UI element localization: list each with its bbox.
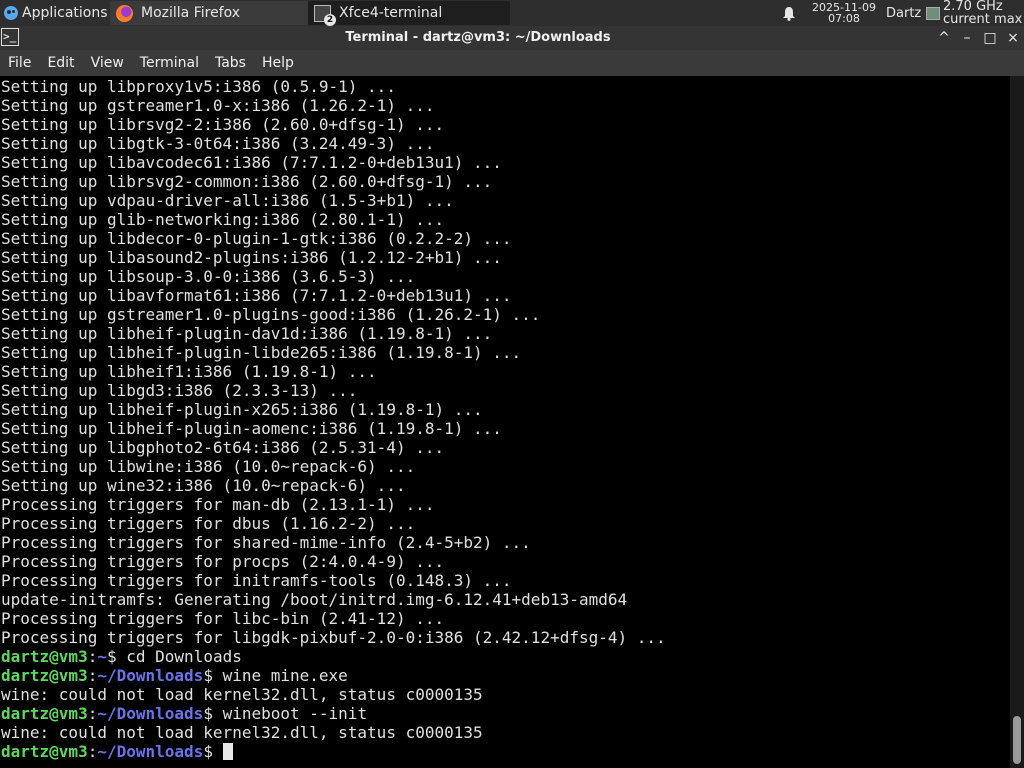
command-text: wineboot --init <box>222 704 368 723</box>
prompt-separator: : <box>87 742 98 761</box>
menu-bar: File Edit View Terminal Tabs Help <box>0 50 1024 76</box>
prompt-line: dartz@vm3:~/Downloads$ wine mine.exe <box>1 666 666 685</box>
prompt-user: dartz@vm3 <box>1 666 88 685</box>
clock-time: 07:08 <box>828 12 860 25</box>
terminal-line: Setting up libheif-plugin-aomenc:i386 (1… <box>1 419 502 438</box>
terminal-line: Setting up librsvg2-2:i386 (2.60.0+dfsg-… <box>1 115 445 134</box>
minimize-button[interactable]: – <box>957 28 977 48</box>
terminal-line: Setting up libavformat61:i386 (7:7.1.2-0… <box>1 286 512 305</box>
cpu-frequency[interactable]: 2.70 GHz current max <box>943 0 1024 26</box>
clock[interactable]: 2025-11-09 07:08 <box>806 0 882 26</box>
menu-file[interactable]: File <box>0 55 39 71</box>
terminal-line: Processing triggers for procps (2:4.0.4-… <box>1 552 445 571</box>
terminal-line: Setting up libheif-plugin-x265:i386 (1.1… <box>1 400 483 419</box>
terminal-line: Setting up libgd3:i386 (2.3.3-13) ... <box>1 381 358 400</box>
terminal-line: Setting up libgtk-3-0t64:i386 (3.24.49-3… <box>1 134 435 153</box>
prompt-separator: : <box>87 647 98 666</box>
terminal-line: Setting up libheif1:i386 (1.19.8-1) ... <box>1 362 377 381</box>
prompt-path: ~/Downloads <box>97 742 204 761</box>
prompt-user: dartz@vm3 <box>1 647 88 666</box>
menu-terminal[interactable]: Terminal <box>132 55 207 71</box>
terminal-line: Processing triggers for libc-bin (2.41-1… <box>1 609 445 628</box>
terminal-line: Setting up gstreamer1.0-x:i386 (1.26.2-1… <box>1 96 435 115</box>
prompt-path: ~/Downloads <box>97 704 204 723</box>
terminal-line: wine: could not load kernel32.dll, statu… <box>1 723 483 742</box>
cpu-monitor-icon <box>926 0 940 26</box>
text-cursor <box>222 743 233 760</box>
prompt-path: ~/Downloads <box>97 666 204 685</box>
command-text: cd Downloads <box>126 647 242 666</box>
menu-edit[interactable]: Edit <box>39 55 82 71</box>
menu-tabs[interactable]: Tabs <box>207 55 254 71</box>
firefox-icon <box>116 4 133 22</box>
terminal-line: Setting up libgphoto2-6t64:i386 (2.5.31-… <box>1 438 445 457</box>
prompt-dollar: $ <box>203 742 223 761</box>
terminal-line: Setting up libheif-plugin-dav1d:i386 (1.… <box>1 324 493 343</box>
window-title: Terminal - dartz@vm3: ~/Downloads <box>345 30 611 45</box>
prompt-line: dartz@vm3:~/Downloads$ wineboot --init <box>1 704 666 723</box>
terminal-line: Processing triggers for libgdk-pixbuf-2.… <box>1 628 666 647</box>
scrollbar-thumb[interactable] <box>1013 716 1021 764</box>
prompt-user: dartz@vm3 <box>1 704 88 723</box>
maximize-button[interactable]: □ <box>980 28 1000 48</box>
terminal-line: Setting up gstreamer1.0-plugins-good:i38… <box>1 305 541 324</box>
shade-button[interactable]: ^ <box>934 28 954 48</box>
terminal-line: Setting up vdpau-driver-all:i386 (1.5-3+… <box>1 191 454 210</box>
notification-bell-icon[interactable] <box>779 0 799 26</box>
terminal-lines: Setting up libproxy1v5:i386 (0.5.9-1) ..… <box>1 77 666 761</box>
user-menu[interactable]: Dartz <box>886 0 924 26</box>
terminal-line: Setting up glib-networking:i386 (2.80.1-… <box>1 210 445 229</box>
prompt-user: dartz@vm3 <box>1 742 88 761</box>
prompt-line: dartz@vm3:~$ cd Downloads <box>1 647 666 666</box>
taskbar-terminal[interactable]: 2 Xfce4-terminal <box>308 1 510 26</box>
command-text: wine mine.exe <box>222 666 348 685</box>
top-panel: Applications Mozilla Firefox 2 Xfce4-ter… <box>0 0 1024 26</box>
terminal-line: Setting up libproxy1v5:i386 (0.5.9-1) ..… <box>1 77 396 96</box>
terminal-line: Setting up librsvg2-common:i386 (2.60.0+… <box>1 172 493 191</box>
taskbar-firefox[interactable]: Mozilla Firefox <box>110 1 308 25</box>
taskbar-terminal-label: Xfce4-terminal <box>339 5 443 21</box>
window-titlebar[interactable]: >_ Terminal - dartz@vm3: ~/Downloads ^ –… <box>0 26 1024 50</box>
applications-label: Applications <box>22 5 108 21</box>
prompt-line: dartz@vm3:~/Downloads$ <box>1 742 666 761</box>
terminal-line: Setting up wine32:i386 (10.0~repack-6) .… <box>1 476 406 495</box>
terminal-line: Setting up libsoup-3.0-0:i386 (3.6.5-3) … <box>1 267 416 286</box>
terminal-line: Processing triggers for shared-mime-info… <box>1 533 531 552</box>
taskbar-firefox-label: Mozilla Firefox <box>141 5 241 21</box>
terminal-line: Processing triggers for initramfs-tools … <box>1 571 512 590</box>
cpu-mode: current max <box>943 12 1023 26</box>
terminal-line: Processing triggers for man-db (2.13.1-1… <box>1 495 435 514</box>
prompt-separator: : <box>87 666 98 685</box>
terminal-scrollbar[interactable] <box>1010 76 1024 768</box>
applications-menu-button[interactable]: Applications <box>0 0 110 26</box>
terminal-line: Setting up libwine:i386 (10.0~repack-6) … <box>1 457 416 476</box>
prompt-separator: : <box>87 704 98 723</box>
prompt-path: ~ <box>97 647 107 666</box>
terminal-line: Setting up libavcodec61:i386 (7:7.1.2-0+… <box>1 153 502 172</box>
terminal-line: Processing triggers for dbus (1.16.2-2) … <box>1 514 416 533</box>
close-button[interactable]: × <box>1003 28 1023 48</box>
prompt-dollar: $ <box>203 704 223 723</box>
prompt-dollar: $ <box>106 647 127 666</box>
prompt-dollar: $ <box>203 666 223 685</box>
xfce-logo-icon <box>4 6 18 20</box>
menu-view[interactable]: View <box>83 55 132 71</box>
terminal-line: update-initramfs: Generating /boot/initr… <box>1 590 628 609</box>
terminal-line: Setting up libheif-plugin-libde265:i386 … <box>1 343 522 362</box>
terminal-line: Setting up libdecor-0-plugin-1-gtk:i386 … <box>1 229 512 248</box>
terminal-output[interactable]: Setting up libproxy1v5:i386 (0.5.9-1) ..… <box>0 76 1010 768</box>
menu-help[interactable]: Help <box>254 55 302 71</box>
terminal-icon: 2 <box>314 4 336 26</box>
window-count-badge: 2 <box>324 13 336 26</box>
terminal-line: Setting up libasound2-plugins:i386 (1.2.… <box>1 248 502 267</box>
terminal-line: wine: could not load kernel32.dll, statu… <box>1 685 483 704</box>
